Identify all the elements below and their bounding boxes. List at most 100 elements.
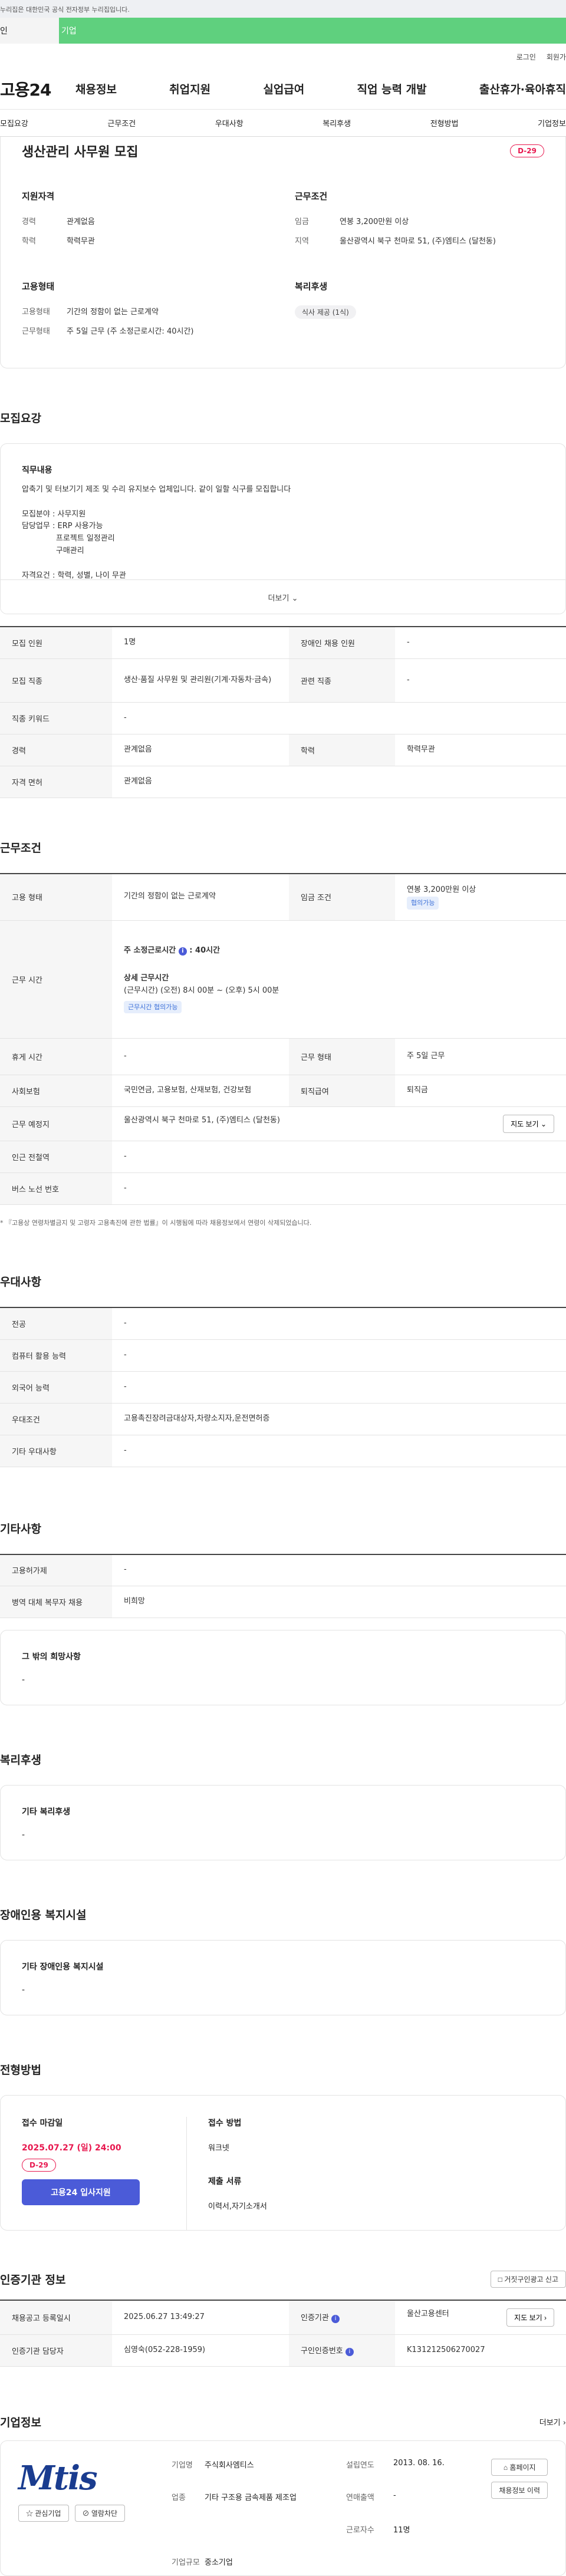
tab-company[interactable]: 기업 <box>59 18 566 44</box>
company-logo-area: Mtis ☆ 관심기업 ⊘ 열람차단 <box>18 2459 172 2575</box>
emp-value: 기간의 정함이 없는 근로계약 <box>67 308 159 317</box>
table-key: 경력 <box>0 734 112 766</box>
gnb-employment-support[interactable]: 취업지원 <box>169 81 210 97</box>
recruit-title: 모집요강 <box>0 412 41 425</box>
table-value: 생산·품질 사무원 및 관리원(기계·자동차·금속) <box>112 658 289 703</box>
global-nav: 고용24 채용정보 취업지원 실업급여 직업 능력 개발 출산휴가·육아휴직 <box>0 68 566 110</box>
welfare-summary-title: 복리후생 <box>295 281 328 292</box>
info-icon[interactable]: i <box>345 2348 354 2356</box>
qual-value: 관계없음 <box>67 218 95 226</box>
condition-title: 근무조건 <box>295 191 328 202</box>
cert-section: 인증기관 정보 □ 거짓구인광고 신고 채용공고 등록일시 2025.06.27… <box>0 2271 566 2367</box>
agency-cell: 울산고용센터 지도 보기 › <box>395 2300 566 2335</box>
gov-banner-text: 누리집은 대한민국 공식 전자정부 누리집입니다. <box>0 6 130 14</box>
anchor-company[interactable]: 기업정보 <box>538 117 566 129</box>
login-link[interactable]: 로그인 <box>516 52 536 68</box>
deadline-value: 2025.07.27 (일) 24:00 <box>22 2143 121 2153</box>
employment-title: 고용형태 <box>22 281 55 292</box>
interest-label: 관심기업 <box>35 2509 61 2518</box>
map-button[interactable]: 지도 보기 ⌄ <box>503 1115 554 1133</box>
agency-value: 울산고용센터 <box>407 2309 449 2318</box>
table-key: 퇴직급여 <box>289 1075 395 1107</box>
table-key: 인증기관 담당자 <box>0 2334 112 2367</box>
table-key: 채용공고 등록일시 <box>0 2300 112 2335</box>
anchor-recruit[interactable]: 모집요강 <box>0 117 28 129</box>
other-wishes-card: 그 밖의 희망사항 - <box>0 1630 566 1705</box>
company-more-link[interactable]: 더보기 › <box>539 2416 566 2427</box>
welfare-summary-block: 복리후생 식사 제공 (1식) <box>295 280 544 344</box>
table-value: 관계없음 <box>112 766 566 798</box>
table-key: 휴게 시간 <box>0 1038 112 1075</box>
hours-main: 주 소정근로시간 i : 40시간 <box>124 946 221 956</box>
hours-detail-title: 상세 근무시간 <box>124 974 169 983</box>
map-button-label: 지도 보기 <box>511 1120 539 1128</box>
chevron-right-icon: › <box>544 2313 547 2322</box>
work-table: 고용 형태 기간의 정함이 없는 근로계약 임금 조건 연봉 3,200만원 이… <box>0 872 566 1205</box>
other-wishes-title: 그 밖의 희망사항 <box>22 1652 81 1662</box>
table-value: 학력무관 <box>395 734 566 766</box>
info-icon[interactable]: i <box>178 947 187 956</box>
gnb-parental-leave[interactable]: 출산휴가·육아휴직 <box>479 81 566 97</box>
job-history-button[interactable]: 채용정보 이력 <box>491 2481 548 2499</box>
gnb-unemployment-benefit[interactable]: 실업급여 <box>263 81 304 97</box>
more-button[interactable]: 더보기 ⌄ <box>1 579 565 614</box>
gnb-skills-development[interactable]: 직업 능력 개발 <box>357 81 427 97</box>
table-value: - <box>395 627 566 659</box>
apply-button[interactable]: 고용24 입사지원 <box>22 2179 140 2205</box>
table-value: 국민연금, 고용보험, 산재보험, 건강보험 <box>112 1075 289 1107</box>
table-row: 모집 인원 1명 장애인 채용 인원 - <box>0 627 566 659</box>
table-row: 근무 예정지 울산광역시 북구 천마로 51, (주)엠티스 (달천동) 지도 보… <box>0 1106 566 1141</box>
site-logo[interactable]: 고용24 <box>0 77 75 101</box>
table-key: 고용허가제 <box>0 1554 112 1586</box>
table-key: 구인인증번호 i <box>289 2334 395 2367</box>
home-icon: ⌂ <box>503 2463 508 2472</box>
interest-button[interactable]: ☆ 관심기업 <box>18 2504 69 2522</box>
gnb-menu: 채용정보 취업지원 실업급여 직업 능력 개발 출산휴가·육아휴직 <box>75 81 566 97</box>
tab-personal[interactable]: 인 <box>0 18 59 44</box>
process-card: 접수 마감일 2025.07.27 (일) 24:00 D-29 고용24 입사… <box>0 2095 566 2231</box>
agency-map-button[interactable]: 지도 보기 › <box>506 2308 554 2327</box>
anchor-preference[interactable]: 우대사항 <box>215 117 243 129</box>
table-key: 인근 전철역 <box>0 1141 112 1173</box>
company-key: 설립연도 <box>346 2460 374 2470</box>
table-key: 모집 인원 <box>0 627 112 659</box>
disability-title: 장애인용 복지시설 <box>0 1909 87 1922</box>
table-row: 휴게 시간 - 근무 형태 주 5일 근무 <box>0 1038 566 1075</box>
qual-key: 학력 <box>22 237 36 246</box>
table-row: 고용허가제 - <box>0 1554 566 1586</box>
docs-value: 이력서,자기소개서 <box>208 2202 267 2211</box>
disability-card: 기타 장애인용 복지시설 - <box>0 1940 566 2015</box>
table-key: 컴퓨터 활용 능력 <box>0 1339 112 1372</box>
block-button[interactable]: ⊘ 열람차단 <box>74 2504 126 2522</box>
recruit-section: 모집요강 직무내용 압축기 및 터보기기 제조 및 수리 유지보수 업체입니다.… <box>0 410 566 798</box>
info-icon[interactable]: i <box>331 2315 340 2324</box>
hours-cell: 주 소정근로시간 i : 40시간 상세 근무시간 (근무시간) (오전) 8시… <box>112 920 566 1039</box>
anchor-process[interactable]: 전형방법 <box>430 117 459 129</box>
homepage-button[interactable]: ⌂ 홈페이지 <box>491 2458 548 2476</box>
disability-section: 장애인용 복지시설 기타 장애인용 복지시설 - <box>0 1906 566 2015</box>
company-title: 기업정보 <box>0 2416 41 2429</box>
welfare-card: 기타 복리후생 - <box>0 1785 566 1860</box>
signup-link[interactable]: 회원가 <box>547 52 566 68</box>
table-value: - <box>112 1307 566 1340</box>
company-key: 연매출액 <box>346 2493 374 2502</box>
table-row: 인근 전철역 - <box>0 1141 566 1173</box>
job-description-card: 직무내용 압축기 및 터보기기 제조 및 수리 유지보수 업체입니다. 같이 일… <box>0 443 566 614</box>
work-place-value: 울산광역시 북구 천마로 51, (주)엠티스 (달천동) <box>124 1116 280 1125</box>
anchor-work[interactable]: 근무조건 <box>107 117 136 129</box>
gnb-jobs[interactable]: 채용정보 <box>75 81 117 97</box>
report-button[interactable]: □ 거짓구인광고 신고 <box>490 2271 566 2288</box>
table-row: 경력 관계없음 학력 학력무관 <box>0 734 566 766</box>
company-more-label: 더보기 <box>539 2418 561 2427</box>
table-value: - <box>112 1371 566 1404</box>
cert-title: 인증기관 정보 <box>0 2274 66 2287</box>
table-value: - <box>112 1141 566 1173</box>
anchor-welfare[interactable]: 복리후생 <box>323 117 351 129</box>
table-value: K131212506270027 <box>395 2334 566 2367</box>
deadline-title: 접수 마감일 <box>22 2119 63 2128</box>
table-row: 버스 노선 번호 - <box>0 1172 566 1205</box>
etc-table: 고용허가제 - 병역 대체 복무자 채용 비희망 <box>0 1553 566 1618</box>
table-row: 인증기관 담당자 심영숙(052-228-1959) 구인인증번호 i K131… <box>0 2334 566 2367</box>
table-key: 병역 대체 복무자 채용 <box>0 1586 112 1618</box>
table-value: 2025.06.27 13:49:27 <box>112 2300 289 2335</box>
